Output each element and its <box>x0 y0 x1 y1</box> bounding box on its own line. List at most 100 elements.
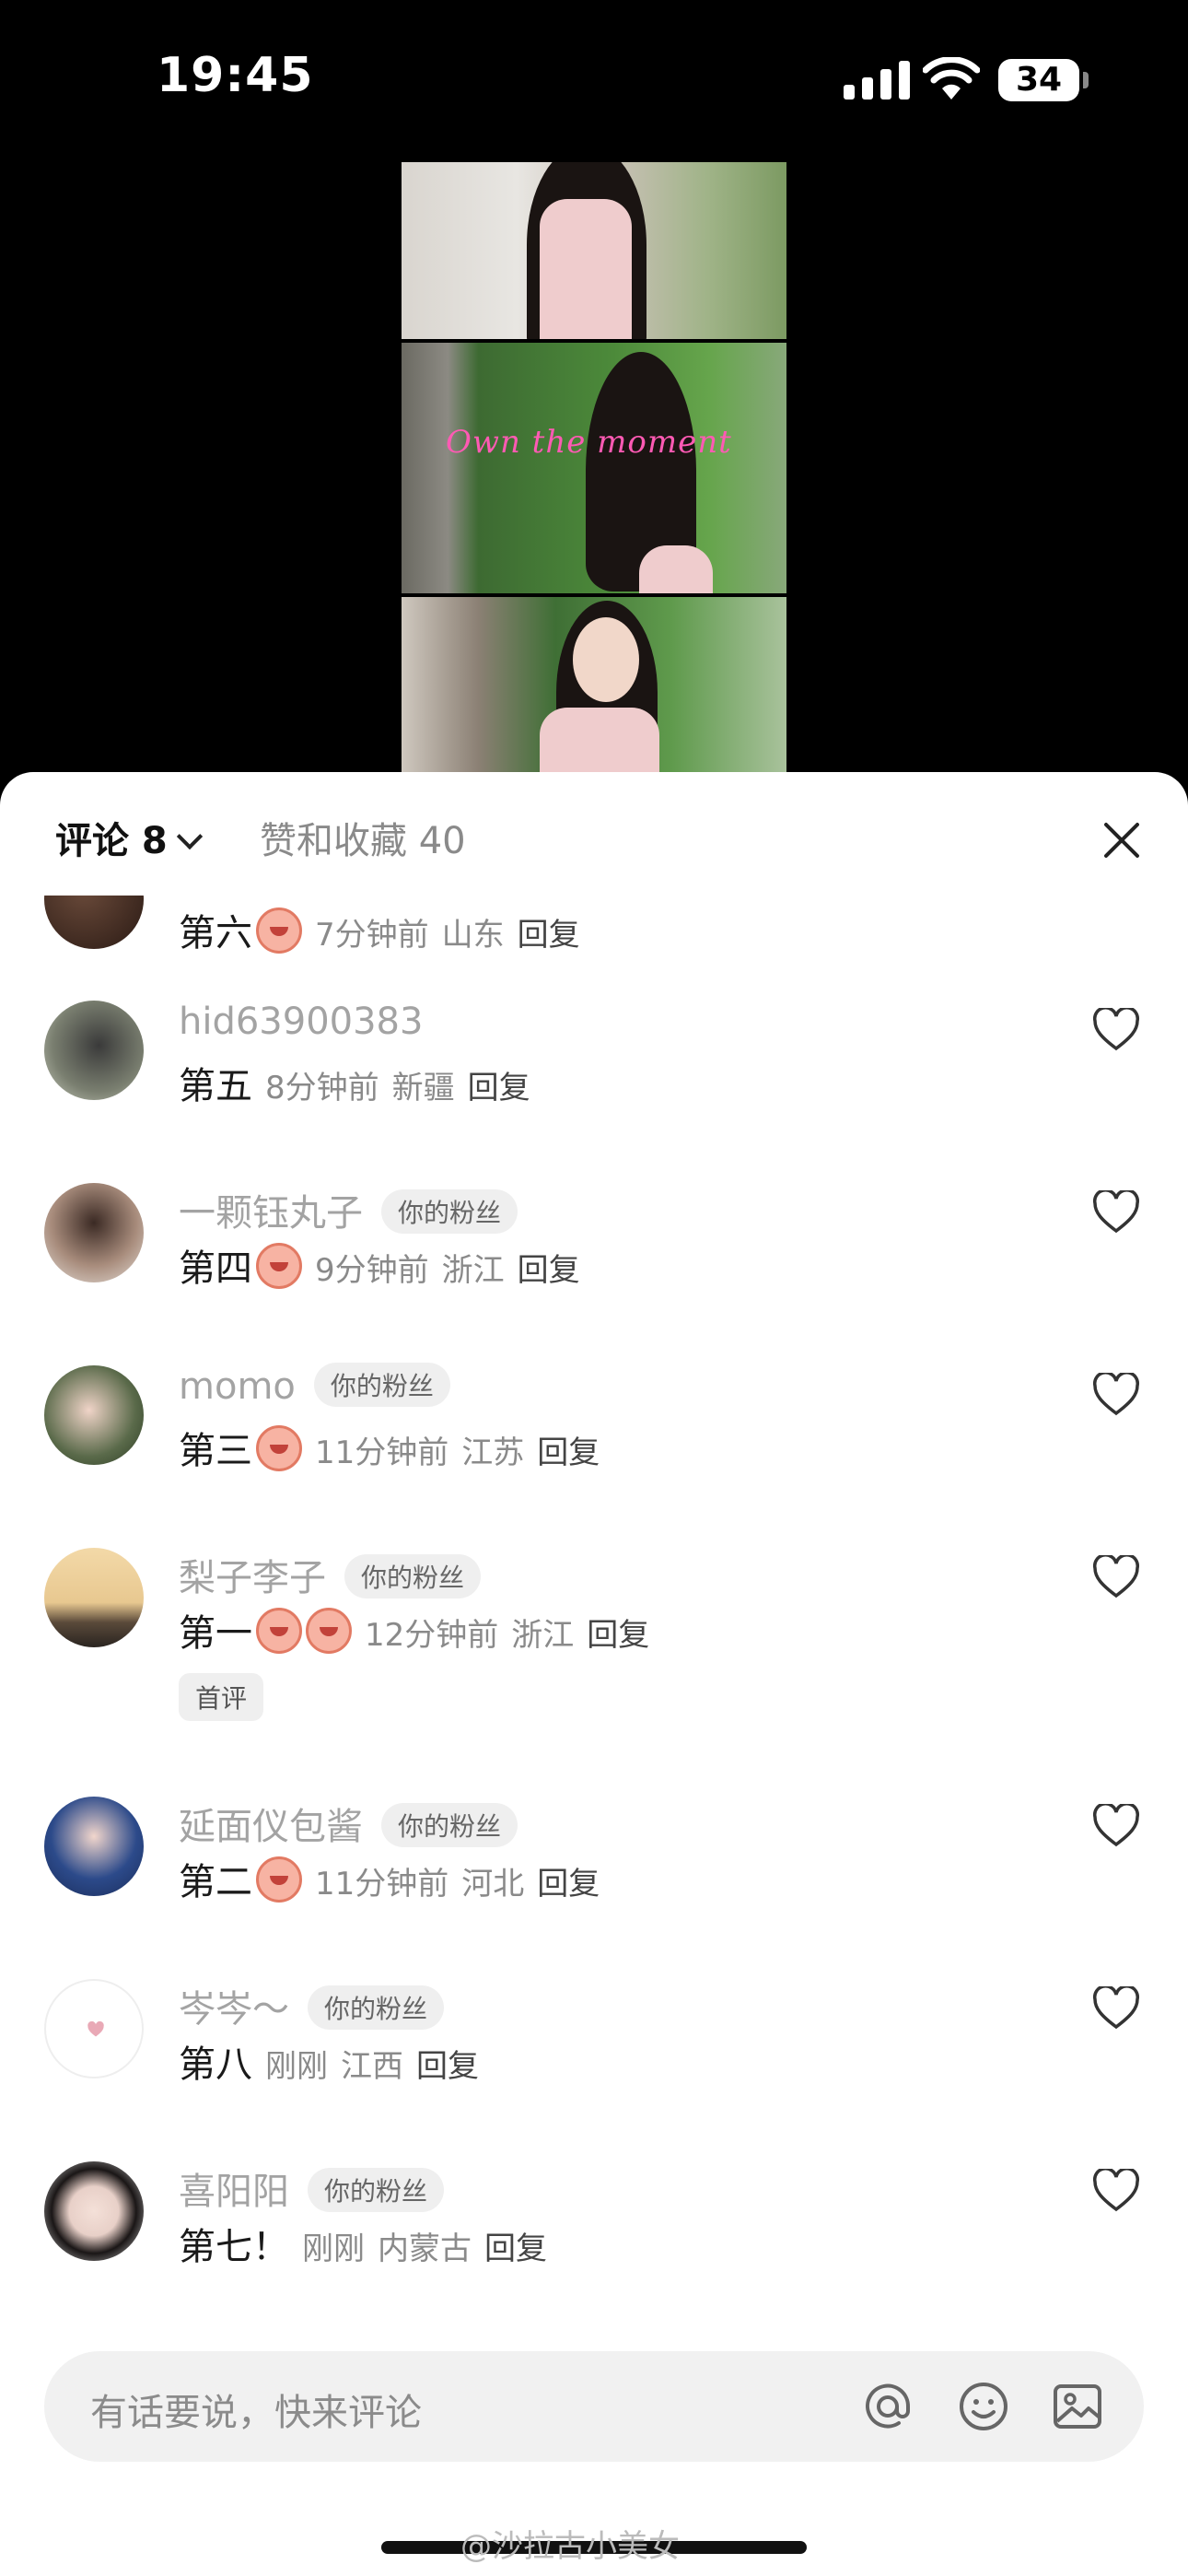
username-text: 一颗钰丸子 <box>179 1192 363 1235</box>
comment-line: 第三 11分钟前 江苏 回复 <box>179 1421 600 1477</box>
heart-icon[interactable] <box>1092 1373 1140 1417</box>
avatar[interactable] <box>44 1001 144 1100</box>
comment-text: 第八 <box>179 2043 252 2086</box>
reply-button[interactable]: 回复 <box>484 2231 547 2267</box>
comment-username[interactable]: 梨子李子 你的粉丝 <box>179 1548 482 1602</box>
watermark: @沙拉古小美女 <box>460 2528 680 2565</box>
comment-text: 第三 <box>179 1430 252 1472</box>
username-text: momo <box>179 1365 296 1408</box>
username-text: 梨子李子 <box>179 1557 326 1599</box>
heart-icon[interactable] <box>1092 2169 1140 2213</box>
comment-text: 第六 <box>179 912 252 954</box>
avatar[interactable] <box>44 1797 144 1896</box>
comments-sheet: 评论 8 赞和收藏 40 第六 7分钟前 山东 回复 hid63900383 第五 8分… <box>0 772 1188 2576</box>
video-frame-1 <box>402 162 786 339</box>
reply-button[interactable]: 回复 <box>518 917 580 954</box>
close-icon[interactable] <box>1101 820 1142 861</box>
reply-button[interactable]: 回复 <box>587 1617 649 1654</box>
comment-line: 第八 刚刚 江西 回复 <box>179 2034 479 2088</box>
tab-comments-label: 评论 8 <box>55 820 168 862</box>
comment-username[interactable]: hid63900383 <box>179 1001 423 1043</box>
avatar[interactable] <box>44 1979 144 2078</box>
comment-item: 喜阳阳 你的粉丝 第七！ 刚刚 内蒙古 回复 <box>0 2161 1188 2346</box>
avatar[interactable] <box>44 1365 144 1465</box>
comment-text: 第二 <box>179 1861 252 1903</box>
peach-emoji-icon <box>256 1607 302 1654</box>
peach-emoji-icon <box>256 1242 302 1289</box>
username-text: 延面仪包酱 <box>179 1806 363 1848</box>
comment-location: 内蒙古 <box>378 2231 472 2267</box>
heart-icon[interactable] <box>1092 1008 1140 1052</box>
peach-emoji-icon <box>256 907 302 954</box>
comment-location: 江苏 <box>461 1434 525 1471</box>
comment-time: 刚刚 <box>302 2231 365 2267</box>
reply-button[interactable]: 回复 <box>537 1434 600 1471</box>
comment-username[interactable]: 喜阳阳 你的粉丝 <box>179 2161 445 2216</box>
comment-username[interactable]: 岑岑～ 你的粉丝 <box>179 1979 445 2033</box>
small-heart-icon <box>87 2021 104 2037</box>
tab-comments[interactable]: 评论 8 <box>55 811 203 864</box>
comment-username[interactable]: 一颗钰丸子 你的粉丝 <box>179 1183 518 1237</box>
comment-location: 河北 <box>461 1866 525 1903</box>
avatar[interactable] <box>44 1548 144 1647</box>
comment-time: 9分钟前 <box>315 1252 429 1289</box>
emoji-icon[interactable] <box>956 2379 1011 2434</box>
heart-icon[interactable] <box>1092 1190 1140 1235</box>
comment-location: 浙江 <box>441 1252 505 1289</box>
comment-time: 12分钟前 <box>365 1617 499 1654</box>
status-bar: 19:45 34 <box>0 0 1188 157</box>
comment-line: 第一 12分钟前 浙江 回复 <box>179 1603 649 1659</box>
comment-username[interactable]: momo 你的粉丝 <box>179 1363 450 1411</box>
avatar[interactable] <box>44 896 144 949</box>
comment-item: 梨子李子 你的粉丝 第一 12分钟前 浙江 回复 首评 <box>0 1548 1188 1797</box>
comment-text: 第一 <box>179 1612 252 1655</box>
comment-text: 第四 <box>179 1247 252 1290</box>
video-player[interactable]: Own the moment <box>402 162 786 774</box>
reply-button[interactable]: 回复 <box>416 2048 479 2085</box>
reply-button[interactable]: 回复 <box>468 1070 530 1107</box>
comment-item: momo 你的粉丝 第三 11分钟前 江苏 回复 <box>0 1363 1188 1550</box>
reply-button[interactable]: 回复 <box>537 1866 600 1903</box>
comment-list[interactable]: 第六 7分钟前 山东 回复 hid63900383 第五 8分钟前 新疆 回复 一颗钰丸子你… <box>0 896 1188 2370</box>
comment-location: 江西 <box>341 2048 403 2085</box>
comment-time: 11分钟前 <box>315 1434 449 1471</box>
comments-tabs: 评论 8 赞和收藏 40 <box>0 772 1188 892</box>
image-icon[interactable] <box>1050 2379 1105 2434</box>
comment-line: 第二 11分钟前 河北 回复 <box>179 1852 600 1908</box>
comment-item: 岑岑～ 你的粉丝 第八 刚刚 江西 回复 <box>0 1979 1188 2163</box>
comment-input-placeholder: 有话要说，快来评论 <box>90 2392 422 2434</box>
comment-location: 山东 <box>441 917 505 954</box>
status-time: 19:45 <box>157 48 314 103</box>
username-text: 岑岑～ <box>179 1988 289 2031</box>
comment-location: 浙江 <box>511 1617 575 1654</box>
comment-item: 延面仪包酱 你的粉丝 第二 11分钟前 河北 回复 <box>0 1797 1188 1981</box>
comment-location: 新疆 <box>391 1070 455 1107</box>
heart-icon[interactable] <box>1092 1555 1140 1599</box>
heart-icon[interactable] <box>1092 1986 1140 2031</box>
peach-emoji-icon <box>306 1607 352 1654</box>
fan-badge: 你的粉丝 <box>308 2168 445 2212</box>
first-comment-tag: 首评 <box>179 1673 264 1721</box>
comment-item: 一颗钰丸子 你的粉丝 第四 9分钟前 浙江 回复 <box>0 1183 1188 1367</box>
comment-username[interactable]: 延面仪包酱 你的粉丝 <box>179 1797 518 1851</box>
fan-badge: 你的粉丝 <box>308 1985 445 2030</box>
video-overlay-text: Own the moment <box>446 424 732 461</box>
tab-likes[interactable]: 赞和收藏 40 <box>260 811 466 864</box>
comment-item: 第六 7分钟前 山东 回复 <box>0 896 1188 1006</box>
wifi-icon <box>923 57 980 100</box>
avatar[interactable] <box>44 2161 144 2261</box>
comment-line: 第五 8分钟前 新疆 回复 <box>179 1056 530 1109</box>
comment-line: 第四 9分钟前 浙江 回复 <box>179 1238 580 1294</box>
at-icon[interactable] <box>860 2379 915 2434</box>
avatar[interactable] <box>44 1183 144 1282</box>
peach-emoji-icon <box>256 1856 302 1903</box>
comment-text: 第七！ <box>179 2226 289 2268</box>
comment-input[interactable]: 有话要说，快来评论 <box>44 2351 1144 2462</box>
battery-icon: 34 <box>998 59 1079 101</box>
reply-button[interactable]: 回复 <box>518 1252 580 1289</box>
username-text: 喜阳阳 <box>179 2171 289 2213</box>
heart-icon[interactable] <box>1092 1804 1140 1848</box>
comment-line: 第六 7分钟前 山东 回复 <box>179 903 580 959</box>
comment-text: 第五 <box>179 1065 252 1107</box>
fan-badge: 你的粉丝 <box>381 1189 518 1234</box>
